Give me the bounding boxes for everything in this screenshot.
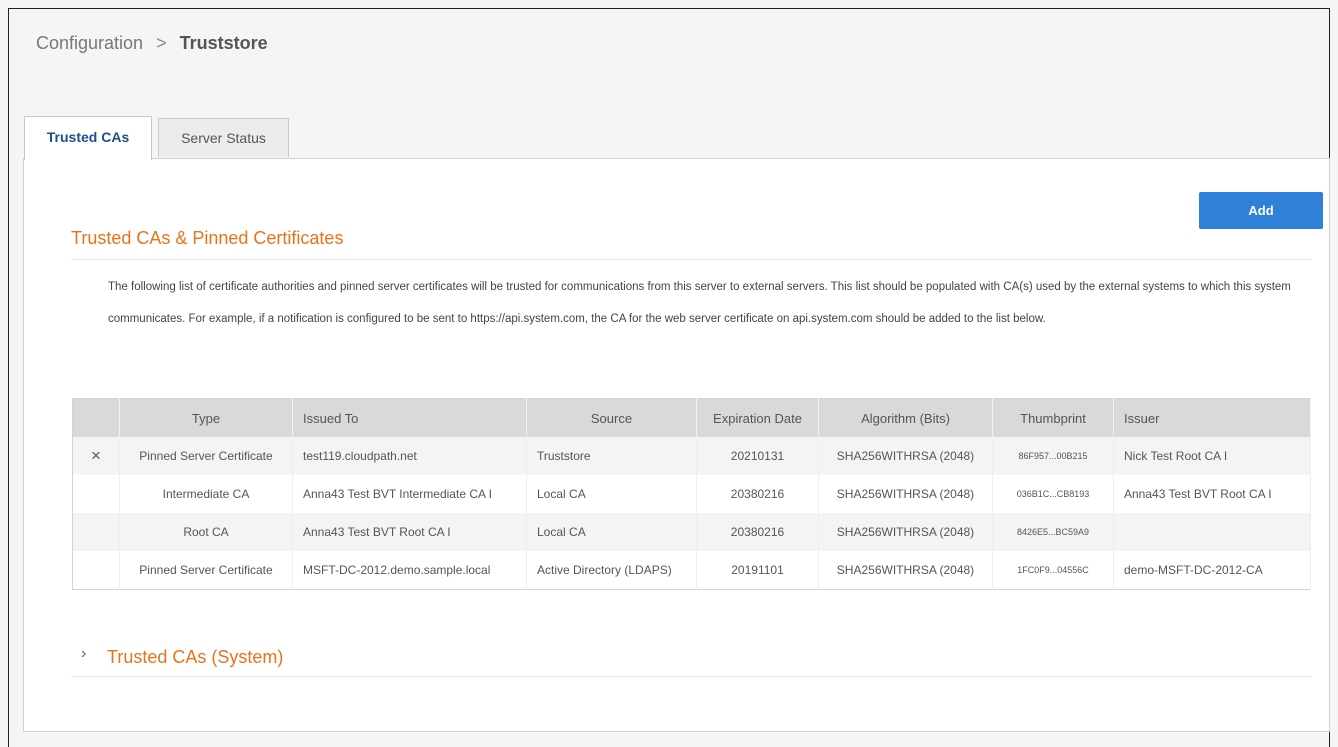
column-header-thumbprint[interactable]: Thumbprint (992, 398, 1114, 437)
cell-source: Active Directory (LDAPS) (526, 551, 697, 590)
cell-expiration: 20191101 (696, 551, 819, 590)
column-header-expiration-date[interactable]: Expiration Date (696, 398, 819, 437)
page-frame: Configuration > Truststore Trusted CAs S… (8, 8, 1330, 747)
delete-icon[interactable]: × (72, 437, 120, 475)
column-header-issued-to[interactable]: Issued To (292, 398, 527, 437)
cell-thumbprint[interactable]: 036B1C...CB8193 (992, 475, 1114, 513)
cell-issuer: demo-MSFT-DC-2012-CA (1113, 551, 1311, 590)
cell-thumbprint[interactable]: 1FC0F9...04556C (992, 551, 1114, 590)
breadcrumb: Configuration > Truststore (36, 33, 268, 54)
row-action-cell (72, 551, 120, 590)
cell-issuer: Anna43 Test BVT Root CA I (1113, 475, 1311, 513)
section-description: The following list of certificate author… (108, 281, 1291, 325)
column-header-type[interactable]: Type (119, 398, 293, 437)
chevron-right-icon[interactable]: › (81, 645, 86, 663)
column-header-algorithm[interactable]: Algorithm (Bits) (818, 398, 993, 437)
cell-algorithm: SHA256WITHRSA (2048) (818, 513, 993, 551)
cell-expiration: 20210131 (696, 437, 819, 475)
row-action-cell (72, 475, 120, 513)
row-action-cell (72, 513, 120, 551)
cell-source: Local CA (526, 475, 697, 513)
cell-type: Pinned Server Certificate (119, 437, 293, 475)
breadcrumb-separator: > (156, 33, 167, 53)
cell-source: Local CA (526, 513, 697, 551)
system-section-divider (71, 676, 1311, 677)
cell-algorithm: SHA256WITHRSA (2048) (818, 475, 993, 513)
tab-trusted-cas[interactable]: Trusted CAs (24, 116, 152, 160)
section-divider (71, 259, 1311, 260)
table-row[interactable]: Intermediate CA Anna43 Test BVT Intermed… (72, 475, 1311, 513)
cell-algorithm: SHA256WITHRSA (2048) (818, 437, 993, 475)
table-row[interactable]: × Pinned Server Certificate test119.clou… (72, 437, 1311, 475)
tab-server-status[interactable]: Server Status (158, 118, 289, 157)
table-header-row: Type Issued To Source Expiration Date Al… (72, 398, 1311, 437)
cell-issuer (1113, 513, 1311, 551)
cell-thumbprint[interactable]: 86F957...00B215 (992, 437, 1114, 475)
column-header-source[interactable]: Source (526, 398, 697, 437)
trusted-cas-system-title[interactable]: Trusted CAs (System) (107, 647, 283, 668)
cell-thumbprint[interactable]: 8426E5...BC59A9 (992, 513, 1114, 551)
section-title: Trusted CAs & Pinned Certificates (71, 228, 344, 248)
cell-expiration: 20380216 (696, 475, 819, 513)
cell-expiration: 20380216 (696, 513, 819, 551)
table-row[interactable]: Pinned Server Certificate MSFT-DC-2012.d… (72, 551, 1311, 590)
cell-issued-to: MSFT-DC-2012.demo.sample.local (292, 551, 527, 590)
cell-issuer: Nick Test Root CA I (1113, 437, 1311, 475)
cell-issued-to: Anna43 Test BVT Intermediate CA I (292, 475, 527, 513)
content-panel: Add Trusted CAs & Pinned Certificates Th… (23, 158, 1330, 732)
cell-algorithm: SHA256WITHRSA (2048) (818, 551, 993, 590)
column-header-issuer[interactable]: Issuer (1113, 398, 1311, 437)
add-button[interactable]: Add (1199, 192, 1323, 229)
breadcrumb-configuration[interactable]: Configuration (36, 33, 143, 53)
cell-source: Truststore (526, 437, 697, 475)
breadcrumb-current: Truststore (179, 33, 268, 53)
column-header-action (72, 398, 120, 437)
table-row[interactable]: Root CA Anna43 Test BVT Root CA I Local … (72, 513, 1311, 551)
cell-type: Root CA (119, 513, 293, 551)
cell-type: Pinned Server Certificate (119, 551, 293, 590)
cell-type: Intermediate CA (119, 475, 293, 513)
cell-issued-to: Anna43 Test BVT Root CA I (292, 513, 527, 551)
cell-issued-to: test119.cloudpath.net (292, 437, 527, 475)
certificates-table: Type Issued To Source Expiration Date Al… (72, 398, 1311, 590)
